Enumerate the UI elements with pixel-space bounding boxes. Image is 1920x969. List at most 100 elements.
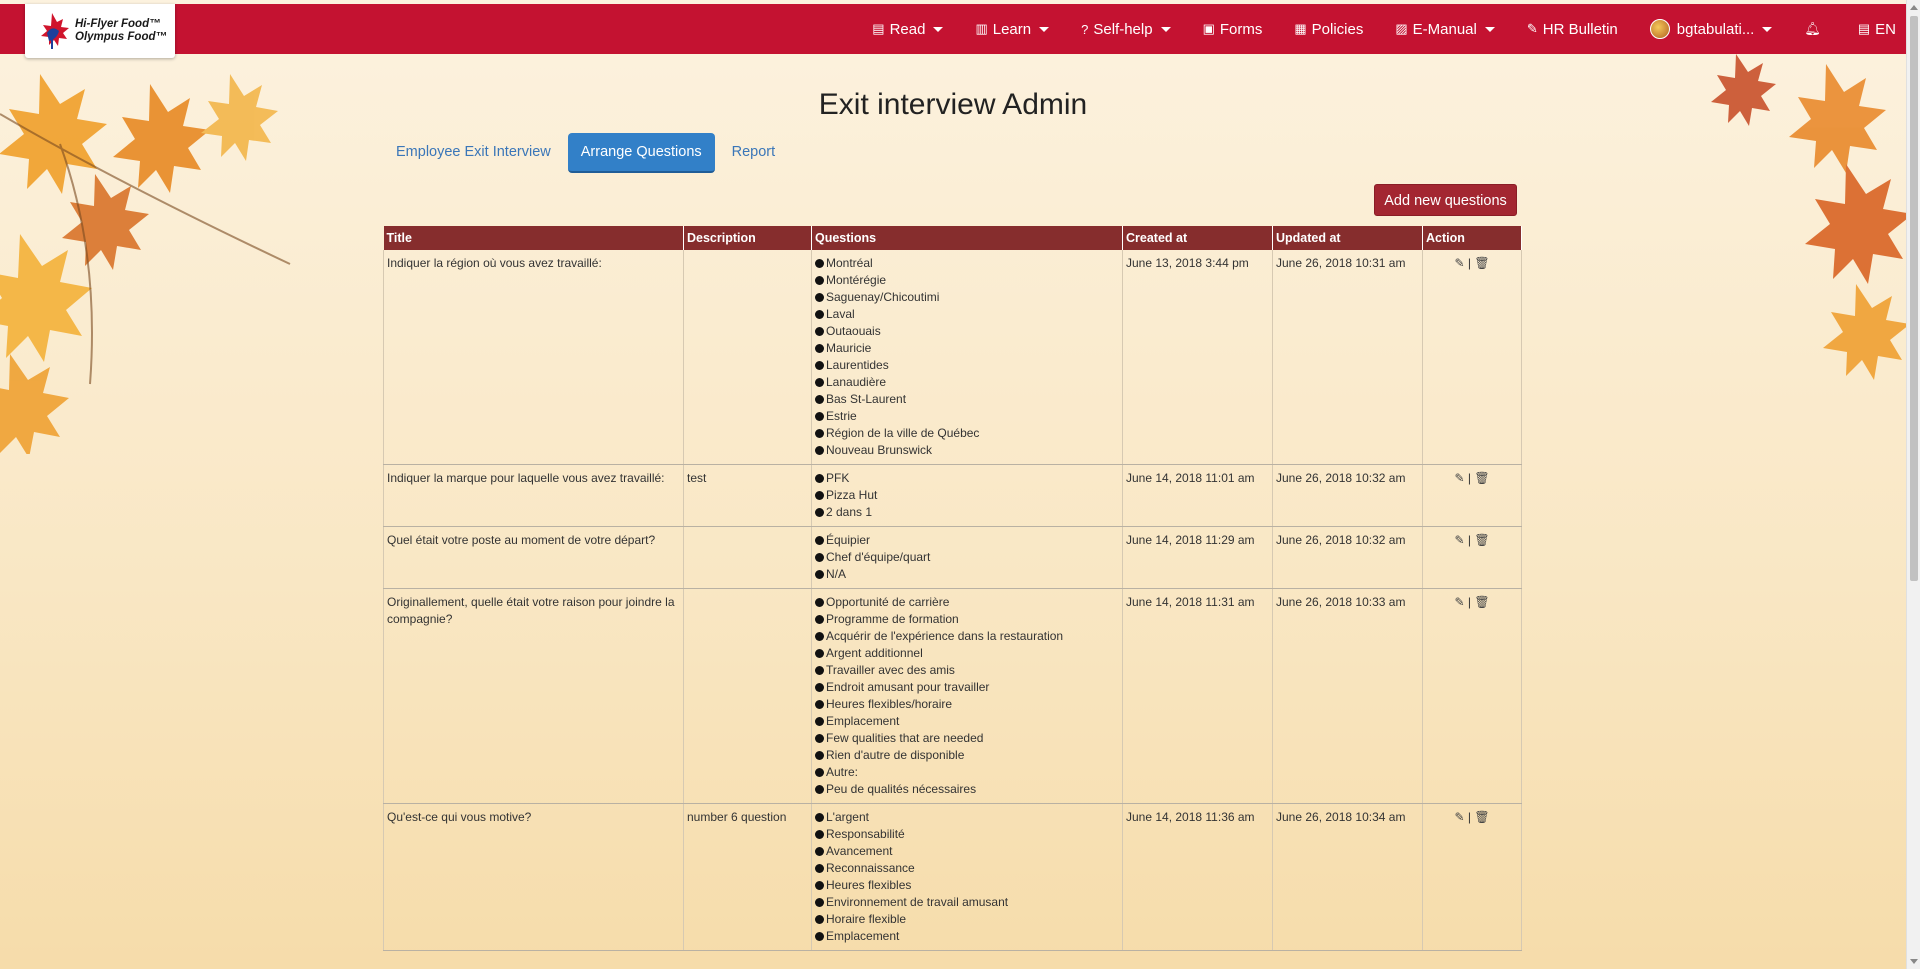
scroll-thumb[interactable] [1910,16,1918,581]
column-header-action: Action [1422,226,1522,250]
question-option-label: Environnement de travail amusant [826,895,1009,909]
bullet-icon [815,615,824,624]
nav-user-menu[interactable]: bgtabulati... [1649,19,1773,39]
created-at-cell: June 14, 2018 11:29 am [1122,526,1273,589]
caret-down-icon [933,26,944,32]
trash-icon[interactable]: 🗑︎ [1474,809,1489,826]
nav-hr-bulletin[interactable]: ✎ HR Bulletin [1527,21,1618,38]
tab-employee-exit-interview[interactable]: Employee Exit Interview [383,133,564,173]
question-option: Montérégie [815,272,1119,289]
trash-icon[interactable]: 🗑︎ [1474,594,1489,611]
question-option: Environnement de travail amusant [815,894,1119,911]
question-option: N/A [815,566,1119,583]
question-option-label: Lanaudière [826,375,887,389]
edit-icon[interactable]: ✎ [1454,532,1464,549]
tab-bar: Employee Exit Interview Arrange Question… [383,133,792,173]
nav-self-help[interactable]: ? Self-help [1081,20,1171,38]
edit-icon[interactable]: ✎ [1454,594,1464,611]
question-title-cell: Originallement, quelle était votre raiso… [383,588,684,804]
question-option-label: Endroit amusant pour travailler [826,680,990,694]
action-separator: | [1467,595,1471,609]
edit-icon[interactable]: ✎ [1454,470,1464,487]
column-header-title: Title [383,226,684,250]
question-option-label: Peu de qualités nécessaires [826,782,977,796]
nav-read[interactable]: ▤ Read [872,20,944,38]
nav-learn[interactable]: ▥ Learn [975,21,1050,38]
question-option-label: Laurentides [826,358,889,372]
bullet-icon [815,847,824,856]
add-new-questions-button[interactable]: Add new questions [1374,184,1517,216]
question-option: Emplacement [815,713,1119,730]
trash-icon[interactable]: 🗑︎ [1474,470,1489,487]
company-logo[interactable]: Hi-Flyer Food™ Olympus Food™ [25,4,175,58]
nav-forms[interactable]: ▣ Forms [1203,21,1263,38]
question-option-label: Emplacement [826,929,900,943]
table-header-row: Title Description Questions Created at U… [383,226,1522,250]
nav-policies-label: Policies [1311,20,1364,38]
trash-icon[interactable]: 🗑︎ [1474,255,1489,272]
updated-at-cell: June 26, 2018 10:32 am [1272,464,1423,527]
question-option: Rien d'autre de disponible [815,747,1119,764]
question-option: 2 dans 1 [815,504,1119,521]
question-option-label: PFK [826,471,850,485]
bullet-icon [815,666,824,675]
tab-arrange-questions[interactable]: Arrange Questions [567,133,715,173]
edit-icon[interactable]: ✎ [1454,809,1464,826]
question-option-label: Avancement [826,844,893,858]
question-description-cell [683,250,812,465]
bullet-icon [815,734,824,743]
question-option-label: Opportunité de carrière [826,595,950,609]
column-header-updated-at: Updated at [1272,226,1423,250]
bullet-icon [815,378,824,387]
bullet-icon [815,474,824,483]
question-options-cell: Équipier Chef d'équipe/quart N/A [811,526,1123,589]
question-option-label: Acquérir de l'expérience dans la restaur… [826,629,1064,643]
vertical-scrollbar[interactable] [1906,0,1920,969]
bullet-icon [815,395,824,404]
bullet-icon [815,446,824,455]
question-options-cell: Montréal Montérégie Saguenay/Chicoutimi Lav… [811,250,1123,465]
newspaper-icon: ▤ [872,21,885,36]
question-option: Lanaudière [815,374,1119,391]
nav-policies[interactable]: ▦ Policies [1294,21,1363,38]
question-option-label: Emplacement [826,714,900,728]
language-icon: ▤ [1857,21,1871,36]
scroll-down-arrow-icon[interactable] [1910,959,1918,964]
question-option: Montréal [815,255,1119,272]
question-option: Argent additionnel [815,645,1119,662]
tab-report[interactable]: Report [719,133,789,173]
nav-notifications[interactable]: 🔔︎ [1804,21,1826,37]
question-description-cell [683,526,812,589]
nav-e-manual[interactable]: ▨ E-Manual [1395,21,1495,38]
trash-icon[interactable]: 🗑︎ [1474,532,1489,549]
question-option: Emplacement [815,928,1119,945]
question-option: Autre: [815,764,1119,781]
question-title-cell: Quel était votre poste au moment de votr… [383,526,684,589]
question-options-cell: Opportunité de carrière Programme de form… [811,588,1123,804]
nav-language-label: EN [1875,20,1896,38]
question-option: Laval [815,306,1119,323]
bullet-icon [815,683,824,692]
bullet-icon [815,830,824,839]
updated-at-cell: June 26, 2018 10:34 am [1272,803,1423,951]
nav-self-help-label: Self-help [1093,20,1153,38]
nav-read-label: Read [889,20,926,38]
table-row: Originallement, quelle était votre raiso… [383,588,1522,804]
bullet-icon [815,276,824,285]
question-option-label: N/A [826,567,847,581]
bullet-icon [815,536,824,545]
edit-icon[interactable]: ✎ [1454,255,1464,272]
questions-table: Title Description Questions Created at U… [383,226,1522,951]
question-option: Laurentides [815,357,1119,374]
question-option: Horaire flexible [815,911,1119,928]
question-option-label: Saguenay/Chicoutimi [826,290,940,304]
caret-down-icon [1160,26,1171,32]
nav-language[interactable]: ▤ EN [1858,21,1896,38]
question-option: Chef d'équipe/quart [815,549,1119,566]
caret-down-icon [1039,26,1050,32]
scroll-up-arrow-icon[interactable] [1910,5,1918,10]
question-option-label: Autre: [826,765,859,779]
bullet-icon [815,293,824,302]
question-option: Nouveau Brunswick [815,442,1119,459]
question-description-cell [683,588,812,804]
